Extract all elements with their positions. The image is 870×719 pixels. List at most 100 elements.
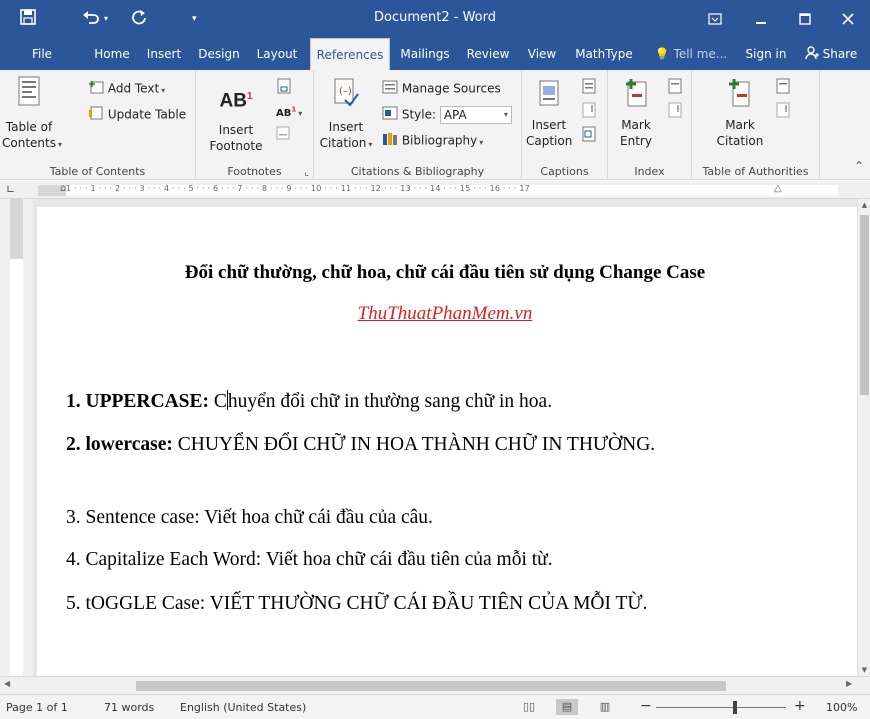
scroll-left-icon[interactable]: ◀: [4, 679, 10, 688]
mark-citation-button[interactable]: Mark Citation: [710, 78, 770, 149]
next-footnote-button[interactable]: AB1 ▾: [276, 102, 302, 122]
insert-footnote-line2: Footnote: [209, 139, 263, 154]
toc-icon: [18, 76, 40, 109]
paragraph-toggle-case: 5. tOGGLE Case: VIẾT THƯỜNG CHỮ CÁI ĐẦU …: [66, 593, 648, 614]
tab-file[interactable]: File: [22, 38, 62, 70]
zoom-out-button[interactable]: −: [640, 698, 652, 714]
share-button[interactable]: Share: [798, 38, 864, 70]
status-bar: Page 1 of 1 71 words English (United Sta…: [0, 694, 870, 719]
update-table-of-figures-button[interactable]: [582, 102, 596, 122]
group-index: Mark Entry Index: [608, 70, 692, 180]
word-count[interactable]: 71 words: [104, 701, 154, 714]
manage-sources-button[interactable]: Manage Sources: [382, 80, 501, 98]
tab-references[interactable]: References: [310, 38, 390, 70]
style-dropdown[interactable]: APA ▾: [439, 106, 512, 124]
horizontal-ruler[interactable]: ∟ 1 · · · 1 · · · 2 · · · 3 · · · 4 · · …: [0, 181, 870, 199]
document-area[interactable]: Đổi chữ thường, chữ hoa, chữ cái đầu tiê…: [33, 199, 857, 676]
page-count[interactable]: Page 1 of 1: [6, 701, 68, 714]
language-indicator[interactable]: English (United States): [180, 701, 306, 714]
group-label-authorities: Table of Authorities: [702, 165, 809, 178]
web-layout-icon[interactable]: ▥: [594, 699, 616, 715]
vertical-scroll-thumb[interactable]: [860, 215, 869, 395]
paragraph-uppercase-text-a: C: [209, 391, 227, 412]
update-index-icon: [668, 102, 682, 122]
bibliography-button[interactable]: Bibliography ▾: [382, 132, 483, 151]
update-table-label: Update Table: [107, 107, 187, 122]
insert-index-button[interactable]: [668, 78, 682, 98]
mark-entry-line1: Mark: [621, 118, 651, 132]
horizontal-scrollbar[interactable]: ◀ ▶: [0, 676, 870, 694]
tab-design[interactable]: Design: [194, 38, 244, 70]
insert-table-of-authorities-button[interactable]: [776, 78, 790, 98]
group-table-of-authorities: Mark Citation Table of Authorities: [692, 70, 820, 180]
zoom-slider[interactable]: [656, 707, 786, 708]
scroll-up-icon[interactable]: ▲: [858, 201, 870, 209]
paragraph-capitalize: 4. Capitalize Each Word: Viết hoa chữ cá…: [66, 549, 553, 570]
print-layout-icon[interactable]: ▤: [556, 699, 578, 715]
tab-selector-icon[interactable]: ∟: [6, 183, 15, 196]
update-figures-icon: [582, 102, 596, 122]
toc-label-line2: Contents: [2, 136, 56, 150]
collapse-ribbon-icon[interactable]: ⌃: [854, 159, 864, 173]
insert-table-of-figures-button[interactable]: [582, 78, 596, 98]
minimize-icon[interactable]: [738, 0, 784, 38]
tell-me-box[interactable]: 💡 Tell me...: [648, 38, 734, 70]
zoom-level[interactable]: 100%: [826, 701, 857, 714]
scroll-right-icon[interactable]: ▶: [846, 679, 852, 688]
person-icon: [805, 46, 823, 61]
style-selector: Style: APA ▾: [382, 106, 512, 124]
group-table-of-contents: Table of Contents ▾ Add Text ▾ Update Tabl…: [0, 70, 196, 180]
style-label: Style:: [401, 107, 437, 122]
dropdown-arrow-icon: ▾: [479, 137, 484, 147]
tab-mathtype[interactable]: MathType: [568, 38, 640, 70]
insert-citation-button[interactable]: (–) Insert Citation ▾: [316, 78, 376, 153]
table-of-contents-button[interactable]: Table of Contents ▾: [2, 76, 62, 153]
insert-endnote-button[interactable]: [276, 78, 292, 98]
update-index-button[interactable]: [668, 102, 682, 122]
dialog-launcher-icon[interactable]: ⌞: [304, 167, 309, 178]
update-authorities-button[interactable]: [776, 102, 790, 122]
close-icon[interactable]: [826, 0, 870, 38]
right-indent-marker-icon[interactable]: △: [774, 183, 782, 194]
tab-view[interactable]: View: [522, 38, 562, 70]
tab-layout[interactable]: Layout: [252, 38, 302, 70]
ribbon: Table of Contents ▾ Add Text ▾ Update Tabl…: [0, 70, 870, 180]
paragraph-sentence-case: 3. Sentence case: Viết hoa chữ cái đầu c…: [66, 507, 433, 528]
paragraph-uppercase-label: 1. UPPERCASE:: [66, 391, 210, 412]
sign-in-link[interactable]: Sign in: [738, 38, 794, 70]
show-notes-button[interactable]: [276, 126, 290, 144]
show-notes-icon: [276, 126, 290, 144]
insert-caption-button[interactable]: Insert Caption: [526, 80, 572, 149]
group-label-index: Index: [634, 165, 665, 178]
insert-citation-line1: Insert: [328, 120, 364, 134]
horizontal-scroll-thumb[interactable]: [136, 681, 726, 691]
update-table-button[interactable]: Update Table: [88, 106, 186, 124]
table-of-figures-icon: [582, 78, 596, 98]
mark-entry-button[interactable]: Mark Entry: [612, 78, 660, 149]
zoom-slider-thumb[interactable]: [733, 701, 737, 714]
insert-caption-line2: Caption: [526, 134, 573, 148]
vertical-scrollbar[interactable]: ▲ ▼: [857, 199, 870, 676]
read-mode-icon[interactable]: ▯▯: [518, 699, 540, 715]
tab-mailings[interactable]: Mailings: [396, 38, 454, 70]
tab-insert[interactable]: Insert: [142, 38, 186, 70]
zoom-in-button[interactable]: +: [794, 698, 806, 714]
group-label-table-of-contents: Table of Contents: [49, 165, 146, 178]
group-label-captions: Captions: [540, 165, 589, 178]
vertical-ruler[interactable]: [0, 199, 33, 676]
ribbon-display-options-icon[interactable]: [692, 0, 738, 38]
add-text-button[interactable]: Add Text ▾: [88, 80, 165, 99]
insert-footnote-button[interactable]: AB1 Insert Footnote: [206, 86, 266, 154]
document-page[interactable]: Đổi chữ thường, chữ hoa, chữ cái đầu tiê…: [37, 207, 857, 676]
cross-reference-button[interactable]: [582, 126, 596, 146]
insert-caption-icon: [539, 80, 559, 109]
manage-sources-label: Manage Sources: [401, 81, 501, 96]
scroll-down-icon[interactable]: ▼: [858, 666, 870, 674]
document-link[interactable]: ThuThuatPhanMem.vn: [37, 303, 853, 325]
tab-home[interactable]: Home: [90, 38, 134, 70]
next-footnote-icon: AB1: [276, 106, 297, 120]
maximize-icon[interactable]: [782, 0, 828, 38]
tab-review[interactable]: Review: [462, 38, 514, 70]
mark-citation-line2: Citation: [716, 134, 764, 148]
left-indent-marker-icon[interactable]: ⌂: [60, 183, 66, 194]
